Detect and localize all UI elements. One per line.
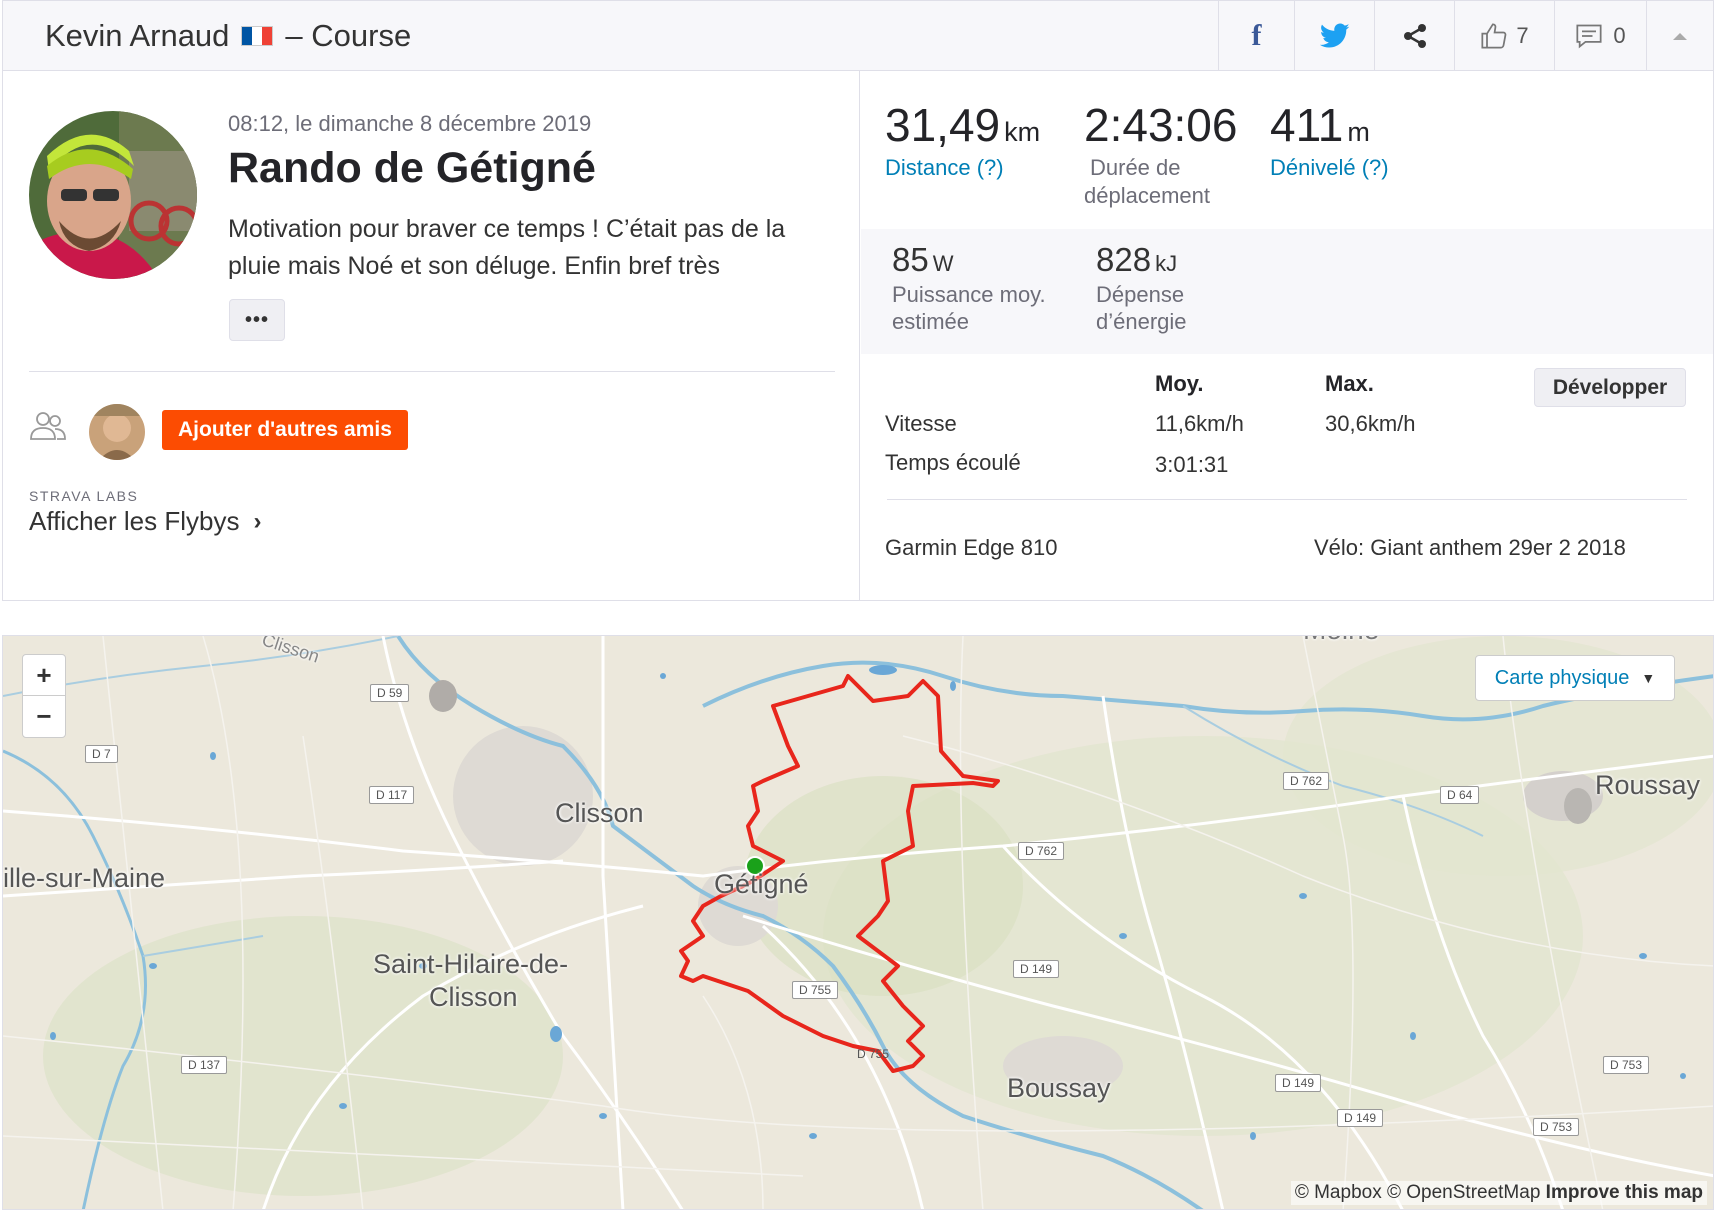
collapse-button[interactable] — [1646, 1, 1713, 70]
divider — [29, 371, 835, 372]
road-label: D 7 — [85, 745, 118, 763]
facebook-icon: f — [1251, 18, 1262, 52]
speed-label: Vitesse — [885, 411, 957, 436]
power-label: Puissance moy. estimée — [892, 282, 1046, 334]
town-label-getigne: Gétigné — [714, 869, 809, 899]
thumbs-up-icon — [1481, 22, 1507, 49]
road-label: D 753 — [1533, 1118, 1580, 1136]
power-unit: W — [932, 251, 954, 276]
moving-time-label: Durée de déplacement — [1084, 155, 1210, 208]
expand-button[interactable]: Développer — [1534, 368, 1686, 407]
twitter-icon — [1319, 23, 1349, 47]
athlete-name[interactable]: Kevin Arnaud — [45, 18, 229, 54]
road-label: D 755 — [792, 981, 839, 999]
comment-icon — [1576, 24, 1602, 48]
chevron-right-icon: › — [253, 507, 262, 535]
stat-elevation: 411 m Dénivelé (?) — [1270, 98, 1389, 182]
map-type-label: Carte physique — [1494, 666, 1630, 689]
activity-details: 08:12, le dimanche 8 décembre 2019 Rando… — [2, 71, 1714, 601]
elevation-value: 411 — [1270, 99, 1344, 151]
elapsed-time-label: Temps écoulé — [885, 450, 1021, 475]
activity-type: Course — [311, 17, 412, 53]
twitter-share-button[interactable] — [1294, 1, 1374, 70]
route-map[interactable]: Clisson Moine Clisson Gétigné Roussay il… — [2, 635, 1714, 1210]
distance-value: 31,49 — [885, 99, 1001, 151]
road-label: D 117 — [369, 786, 415, 804]
speed-avg: 11,6km/h — [1155, 411, 1244, 436]
friend-avatar[interactable] — [89, 404, 145, 460]
map-type-dropdown[interactable]: Carte physique ▼ — [1475, 655, 1675, 701]
energy-value: 828 — [1096, 241, 1152, 278]
kudos-count: 7 — [1516, 22, 1529, 48]
caret-down-icon: ▼ — [1641, 670, 1656, 686]
road-label: D 149 — [1013, 960, 1060, 978]
france-flag-icon — [241, 25, 274, 46]
activity-description: Motivation pour braver ce temps ! C’étai… — [228, 215, 786, 280]
divider — [887, 499, 1687, 500]
stat-moving-time: 2:43:06 Durée de déplacement — [1084, 98, 1237, 210]
map-attribution: © Mapbox © OpenStreetMap Improve this ma… — [1290, 1181, 1707, 1205]
activity-stats: 31,49 km Distance (?) 2:43:06 Durée de dép… — [861, 71, 1713, 600]
kudos-button[interactable]: 7 — [1454, 1, 1554, 70]
comment-count: 0 — [1613, 22, 1626, 48]
distance-label-link[interactable]: Distance (?) — [885, 154, 1040, 182]
attribution-text[interactable]: © Mapbox © OpenStreetMap — [1295, 1182, 1541, 1203]
town-label-maine: ille-sur-Maine — [3, 863, 166, 893]
town-label-clisson: Clisson — [555, 798, 644, 828]
stat-distance: 31,49 km Distance (?) — [885, 98, 1040, 182]
zoom-controls: + − — [22, 654, 66, 738]
share-button[interactable] — [1374, 1, 1454, 70]
elapsed-time-avg: 3:01:31 — [1155, 452, 1229, 477]
town-label-saint-hilaire: Saint-Hilaire-de- — [373, 949, 569, 979]
bike-name: Vélo: Giant anthem 29er 2 2018 — [1314, 535, 1626, 560]
town-label-saint-hilaire-2: Clisson — [429, 982, 518, 1012]
elevation-label-link[interactable]: Dénivelé (?) — [1270, 154, 1389, 182]
town-label: Moine — [1303, 636, 1379, 646]
show-more-button[interactable]: ••• — [229, 299, 285, 341]
road-label: D 137 — [181, 1056, 228, 1074]
road-label: D 753 — [1603, 1056, 1650, 1074]
add-friends-button[interactable]: Ajouter d'autres amis — [162, 410, 408, 450]
facebook-share-button[interactable]: f — [1218, 1, 1294, 70]
activity-name: Rando de Gétigné — [228, 144, 596, 192]
town-label-roussay: Roussay — [1595, 770, 1701, 800]
elevation-unit: m — [1347, 117, 1370, 147]
activity-header: Kevin Arnaud – Course f 7 0 — [2, 0, 1714, 71]
speed-max: 30,6km/h — [1325, 411, 1416, 436]
caret-up-icon — [1673, 32, 1687, 40]
header-title: Kevin Arnaud – Course — [45, 18, 1218, 54]
energy-unit: kJ — [1155, 251, 1178, 276]
road-label: D 59 — [370, 684, 410, 702]
share-icon — [1403, 23, 1426, 48]
energy-label: Dépense d’énergie — [1096, 282, 1187, 334]
title-separator: – — [285, 17, 303, 53]
flybys-link[interactable]: Afficher les Flybys › — [29, 506, 261, 537]
stat-power: 85 W Puissance moy. estimée — [892, 241, 1046, 335]
town-label-boussay: Boussay — [1007, 1073, 1111, 1103]
road-label: D 762 — [1018, 842, 1065, 860]
map-canvas[interactable] — [3, 636, 1714, 1210]
power-value: 85 — [892, 241, 929, 278]
column-header-max: Max. — [1325, 371, 1374, 396]
stat-energy: 828 kJ Dépense d’énergie — [1096, 241, 1187, 335]
activity-summary: 08:12, le dimanche 8 décembre 2019 Rando… — [3, 71, 860, 600]
group-icon — [29, 411, 67, 446]
road-label: D 64 — [1440, 786, 1480, 804]
zoom-out-button[interactable]: − — [23, 696, 65, 737]
road-label: D 149 — [1275, 1074, 1322, 1092]
road-label: D 762 — [1283, 772, 1330, 790]
column-header-avg: Moy. — [1155, 371, 1204, 396]
strava-labs-label: STRAVA LABS — [29, 488, 139, 504]
activity-timestamp: 08:12, le dimanche 8 décembre 2019 — [228, 111, 592, 136]
flybys-label: Afficher les Flybys — [29, 506, 240, 536]
comments-button[interactable]: 0 — [1554, 1, 1646, 70]
distance-unit: km — [1004, 117, 1041, 147]
zoom-in-button[interactable]: + — [23, 655, 65, 696]
improve-map-link[interactable]: Improve this map — [1546, 1182, 1703, 1203]
moving-time-value: 2:43:06 — [1084, 99, 1238, 151]
road-label: D 149 — [1337, 1109, 1384, 1127]
road-label: D 755 — [857, 1047, 890, 1061]
device-name: Garmin Edge 810 — [885, 535, 1058, 560]
athlete-avatar[interactable] — [29, 111, 197, 279]
